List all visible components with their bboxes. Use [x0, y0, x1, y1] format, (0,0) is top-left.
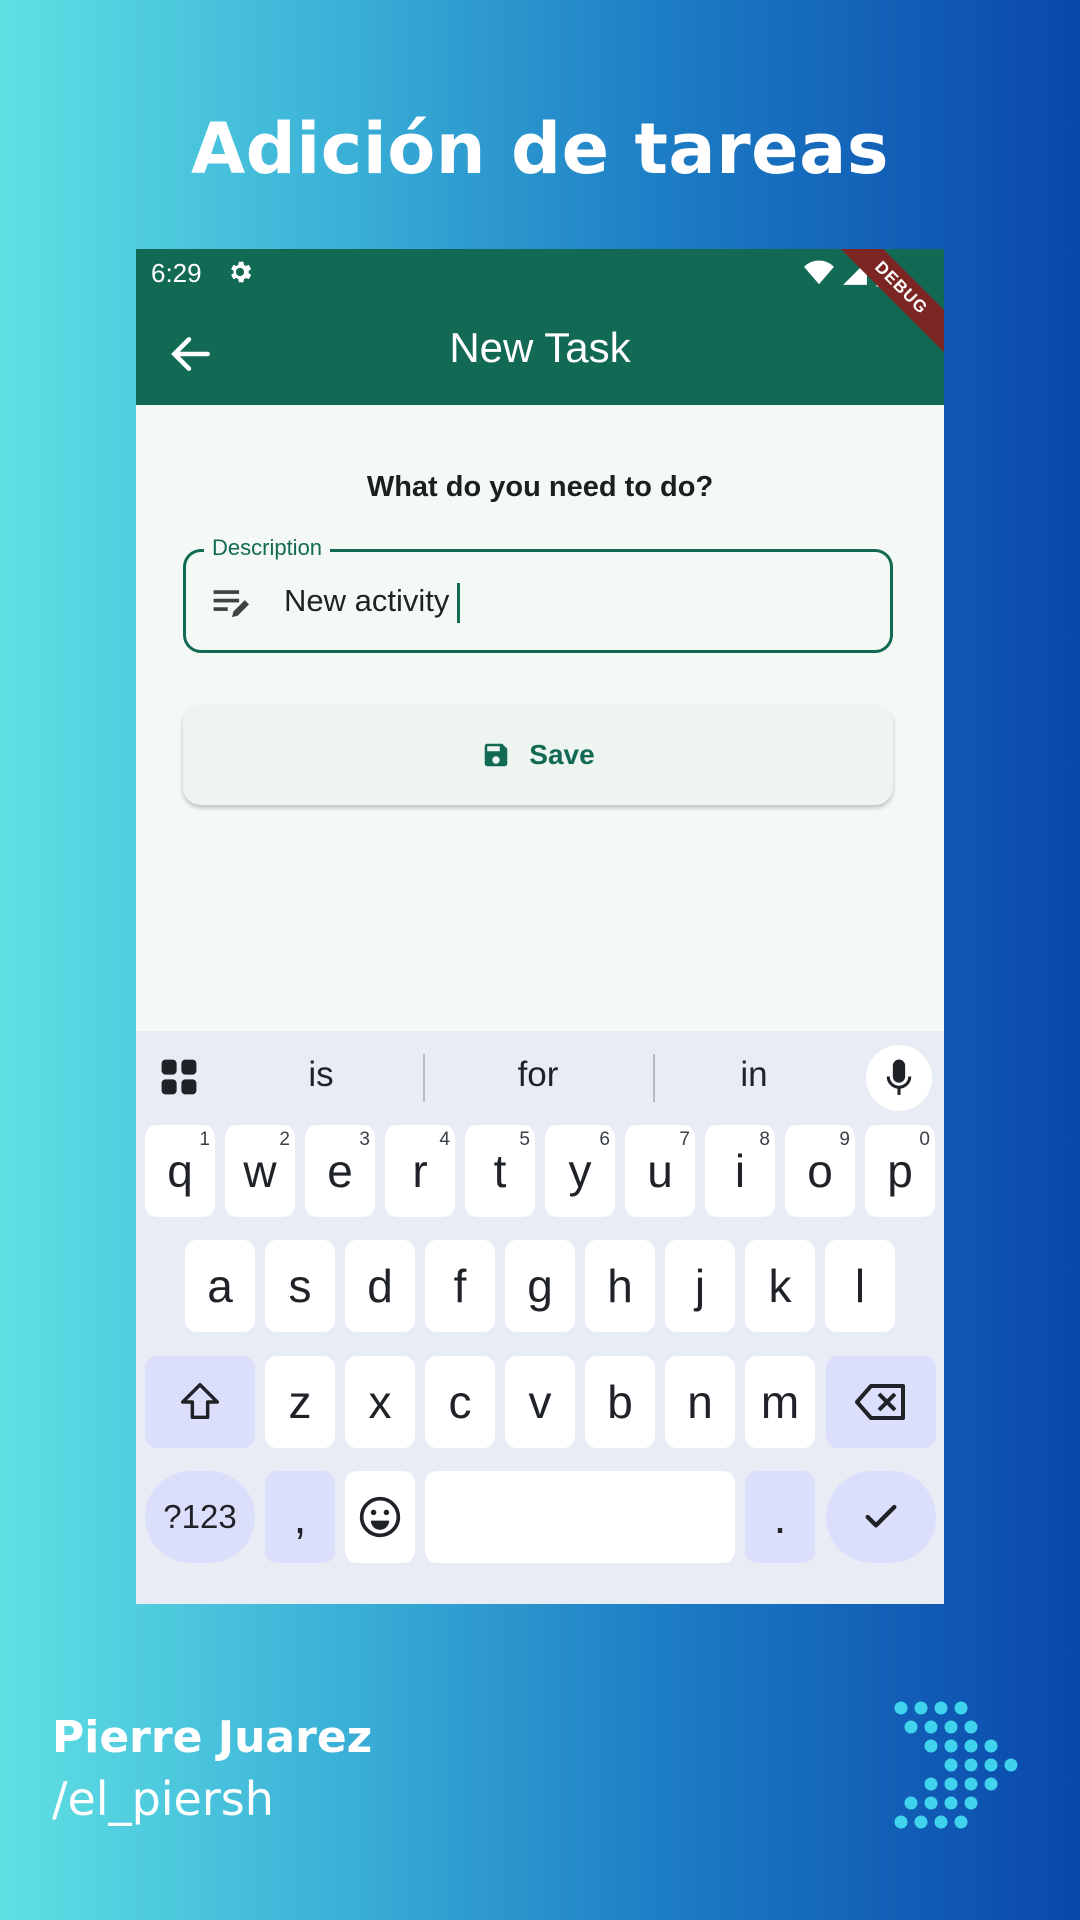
key-letter: t — [493, 1145, 507, 1197]
key-z[interactable]: z — [265, 1356, 335, 1448]
key-h[interactable]: h — [585, 1240, 655, 1332]
key-letter: w — [243, 1145, 277, 1197]
app-bar: New Task — [136, 299, 944, 405]
microphone-icon — [886, 1059, 912, 1095]
gear-icon — [231, 261, 252, 283]
key-u[interactable]: u7 — [625, 1125, 695, 1217]
key-i[interactable]: i8 — [705, 1125, 775, 1217]
brand-logo — [894, 1701, 1018, 1829]
status-time: 6:29 — [151, 258, 202, 288]
key-y[interactable]: y6 — [545, 1125, 615, 1217]
symbols-key[interactable]: ?123 — [145, 1471, 255, 1563]
page-title: New Task — [449, 324, 631, 371]
notes-edit-icon — [213, 590, 249, 618]
key-g[interactable]: g — [505, 1240, 575, 1332]
key-number-hint: 9 — [839, 1129, 850, 1150]
soft-keyboard: is for in q1w2e3r4t5y6u7i8o9p0 asdfghjkl — [136, 1031, 944, 1604]
key-letter: u — [647, 1145, 673, 1197]
shift-icon — [181, 1383, 219, 1420]
emoji-icon — [359, 1496, 401, 1538]
key-letter: i — [734, 1145, 746, 1197]
description-input[interactable]: New activity — [284, 583, 461, 623]
key-r[interactable]: r4 — [385, 1125, 455, 1217]
emoji-key[interactable] — [345, 1471, 415, 1563]
key-j[interactable]: j — [665, 1240, 735, 1332]
description-label: Description — [204, 535, 331, 561]
suggestion-divider — [653, 1054, 655, 1102]
suggestion-2[interactable]: for — [458, 1055, 618, 1095]
key-letter: p — [887, 1145, 913, 1197]
key-number-hint: 2 — [279, 1129, 290, 1150]
key-k[interactable]: k — [745, 1240, 815, 1332]
key-letter: q — [167, 1145, 193, 1197]
key-c[interactable]: c — [425, 1356, 495, 1448]
phone-screenshot: 6:29 New Task DEBUG What do you need to … — [136, 249, 944, 1604]
suggestion-3[interactable]: in — [674, 1055, 834, 1095]
headline: Adición de tareas — [190, 108, 890, 190]
key-letter: y — [568, 1145, 592, 1197]
wifi-icon — [804, 260, 834, 285]
key-e[interactable]: e3 — [305, 1125, 375, 1217]
save-disk-icon — [485, 743, 508, 767]
key-number-hint: 7 — [679, 1129, 690, 1150]
key-l[interactable]: l — [825, 1240, 895, 1332]
shift-key[interactable] — [145, 1356, 255, 1448]
key-x[interactable]: x — [345, 1356, 415, 1448]
author-name: Pierre Juarez — [52, 1712, 373, 1763]
key-n[interactable]: n — [665, 1356, 735, 1448]
key-number-hint: 4 — [439, 1129, 450, 1150]
form-prompt: What do you need to do? — [366, 471, 714, 503]
key-v[interactable]: v — [505, 1356, 575, 1448]
description-value: New activity — [284, 583, 450, 619]
key-letter: r — [412, 1145, 428, 1197]
key-f[interactable]: f — [425, 1240, 495, 1332]
backspace-key[interactable] — [826, 1356, 936, 1448]
check-icon — [865, 1504, 897, 1528]
key-number-hint: 6 — [599, 1129, 610, 1150]
key-w[interactable]: w2 — [225, 1125, 295, 1217]
key-d[interactable]: d — [345, 1240, 415, 1332]
suggestion-1[interactable]: is — [241, 1055, 401, 1095]
suggestion-bar: is for in — [136, 1031, 944, 1121]
grid-apps-icon[interactable] — [160, 1058, 198, 1096]
text-caret — [457, 583, 461, 623]
key-p[interactable]: p0 — [865, 1125, 935, 1217]
key-letter: e — [327, 1145, 353, 1197]
key-o[interactable]: o9 — [785, 1125, 855, 1217]
key-number-hint: 0 — [919, 1129, 930, 1150]
status-bar: 6:29 — [136, 249, 944, 299]
key-a[interactable]: a — [185, 1240, 255, 1332]
done-key[interactable] — [826, 1471, 936, 1563]
key-number-hint: 3 — [359, 1129, 370, 1150]
save-button[interactable]: Save — [183, 705, 893, 805]
key-letter: o — [807, 1145, 833, 1197]
key-number-hint: 5 — [519, 1129, 530, 1150]
key-q[interactable]: q1 — [145, 1125, 215, 1217]
author-handle: /el_piersh — [52, 1772, 274, 1826]
comma-key[interactable]: , — [265, 1471, 335, 1563]
key-m[interactable]: m — [745, 1356, 815, 1448]
key-t[interactable]: t5 — [465, 1125, 535, 1217]
key-b[interactable]: b — [585, 1356, 655, 1448]
save-label: Save — [529, 739, 595, 770]
space-key[interactable] — [425, 1471, 735, 1563]
backspace-icon — [855, 1384, 905, 1420]
key-s[interactable]: s — [265, 1240, 335, 1332]
period-key[interactable]: . — [745, 1471, 815, 1563]
key-number-hint: 1 — [199, 1129, 210, 1150]
key-number-hint: 8 — [759, 1129, 770, 1150]
microphone-button[interactable] — [866, 1045, 932, 1111]
description-field[interactable]: Description New activity — [183, 535, 893, 653]
suggestion-divider — [423, 1054, 425, 1102]
